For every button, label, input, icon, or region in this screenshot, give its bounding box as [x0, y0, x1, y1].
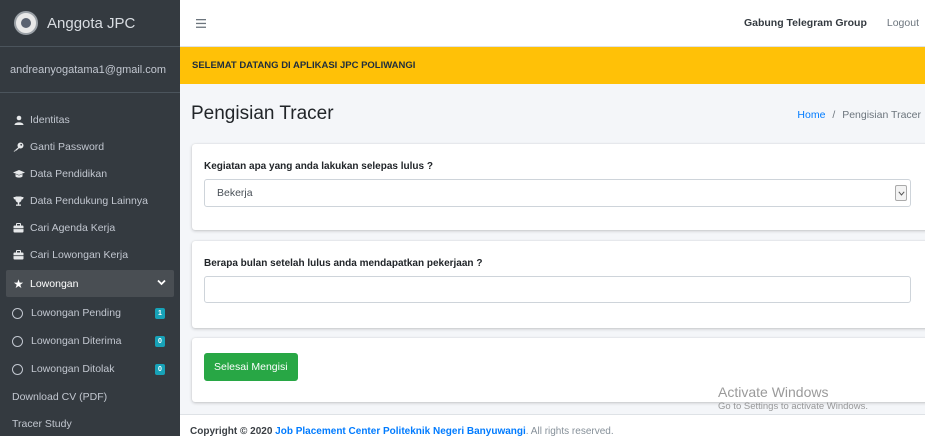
activity-select[interactable]: Bekerja: [204, 179, 911, 207]
watermark-title: Activate Windows: [718, 384, 829, 400]
sidebar-item-label: Ganti Password: [30, 140, 105, 153]
footer: Copyright © 2020 Job Placement Center Po…: [180, 414, 925, 436]
breadcrumb-separator: /: [832, 109, 836, 121]
count-badge: 1: [155, 307, 165, 319]
months-input[interactable]: [204, 276, 911, 303]
star-icon: ★: [13, 276, 24, 291]
sidebar-menu: Identitas Ganti Password Data Pendidikan…: [0, 93, 180, 436]
user-panel[interactable]: andreanyogatama1@gmail.com: [0, 47, 180, 93]
sidebar-item-download-cv[interactable]: Download CV (PDF): [0, 383, 180, 410]
activate-windows-watermark: Activate Windows Go to Settings to activ…: [718, 384, 868, 412]
sidebar-item-label: Cari Lowongan Kerja: [30, 248, 129, 261]
question-card-months: Berapa bulan setelah lulus anda mendapat…: [192, 241, 925, 328]
breadcrumb-home-link[interactable]: Home: [797, 109, 825, 121]
sidebar-item-data-pendidikan[interactable]: Data Pendidikan: [0, 160, 180, 187]
graduation-cap-icon: [12, 169, 25, 179]
user-email: andreanyogatama1@gmail.com: [10, 63, 167, 76]
navbar-right: Gabung Telegram Group Logout: [744, 17, 919, 29]
sidebar-item-data-pendukung[interactable]: Data Pendukung Lainnya: [0, 187, 180, 214]
user-icon: [12, 115, 25, 125]
months-question-label: Berapa bulan setelah lulus anda mendapat…: [204, 258, 483, 269]
circle-icon: [12, 363, 23, 375]
sidebar-item-cari-lowongan[interactable]: Cari Lowongan Kerja: [0, 241, 180, 268]
rights-text: . All rights reserved.: [525, 426, 614, 436]
circle-icon: [12, 335, 23, 347]
sidebar-item-label: Data Pendidikan: [30, 167, 108, 180]
sidebar-item-label: Lowongan Ditolak: [31, 363, 115, 375]
sidebar-item-label: Lowongan: [30, 277, 79, 290]
sidebar: Anggota JPC andreanyogatama1@gmail.com I…: [0, 0, 180, 436]
brand-link[interactable]: Anggota JPC: [0, 0, 180, 47]
question-card-activity: Kegiatan apa yang anda lakukan selepas l…: [192, 144, 925, 230]
briefcase-icon: [12, 222, 25, 233]
telegram-group-link[interactable]: Gabung Telegram Group: [744, 17, 867, 29]
sidebar-item-lowongan-pending[interactable]: Lowongan Pending 1: [0, 299, 180, 327]
activity-question-label: Kegiatan apa yang anda lakukan selepas l…: [204, 161, 433, 172]
count-badge: 0: [155, 335, 165, 347]
breadcrumb: Home / Pengisian Tracer: [797, 109, 921, 121]
logout-link[interactable]: Logout: [887, 17, 919, 29]
hamburger-menu-icon[interactable]: [196, 15, 206, 31]
sidebar-item-cari-agenda[interactable]: Cari Agenda Kerja: [0, 214, 180, 241]
organization-link[interactable]: Job Placement Center Politeknik Negeri B…: [275, 426, 526, 436]
sidebar-item-label: Download CV (PDF): [12, 390, 108, 403]
watermark-subtitle: Go to Settings to activate Windows.: [718, 401, 868, 412]
sidebar-item-label: Lowongan Diterima: [31, 335, 122, 347]
top-navbar: Gabung Telegram Group Logout: [180, 0, 925, 47]
sidebar-item-lowongan-ditolak[interactable]: Lowongan Ditolak 0: [0, 355, 180, 383]
sidebar-item-lowongan-diterima[interactable]: Lowongan Diterima 0: [0, 327, 180, 355]
dropdown-arrow-icon: [895, 185, 907, 201]
sidebar-item-identitas[interactable]: Identitas: [0, 106, 180, 133]
chevron-down-icon: [157, 278, 166, 289]
count-badge: 0: [155, 363, 165, 375]
sidebar-item-label: Tracer Study: [12, 417, 72, 430]
trophy-icon: [12, 196, 25, 206]
welcome-text: SELEMAT DATANG DI APLIKASI JPC POLIWANGI: [192, 60, 416, 71]
brand-text: Anggota JPC: [47, 14, 136, 32]
activity-select-value: Bekerja: [217, 187, 253, 199]
sidebar-item-ganti-password[interactable]: Ganti Password: [0, 133, 180, 160]
circle-icon: [12, 307, 23, 319]
page-title: Pengisian Tracer: [191, 103, 334, 124]
briefcase-icon: [12, 249, 25, 260]
welcome-banner: SELEMAT DATANG DI APLIKASI JPC POLIWANGI: [180, 47, 925, 84]
sidebar-item-label: Cari Agenda Kerja: [30, 221, 116, 234]
finish-button[interactable]: Selesai Mengisi: [204, 353, 298, 381]
sidebar-item-label: Identitas: [30, 113, 70, 126]
brand-logo: [14, 11, 38, 35]
copyright-text: Copyright © 2020: [190, 426, 273, 436]
sidebar-item-lowongan[interactable]: ★ Lowongan: [6, 270, 174, 297]
key-icon: [12, 142, 25, 152]
breadcrumb-current: Pengisian Tracer: [842, 109, 921, 121]
sidebar-item-label: Lowongan Pending: [31, 307, 121, 319]
sidebar-item-tracer-study[interactable]: Tracer Study: [0, 410, 180, 436]
sidebar-item-label: Data Pendukung Lainnya: [30, 194, 148, 207]
